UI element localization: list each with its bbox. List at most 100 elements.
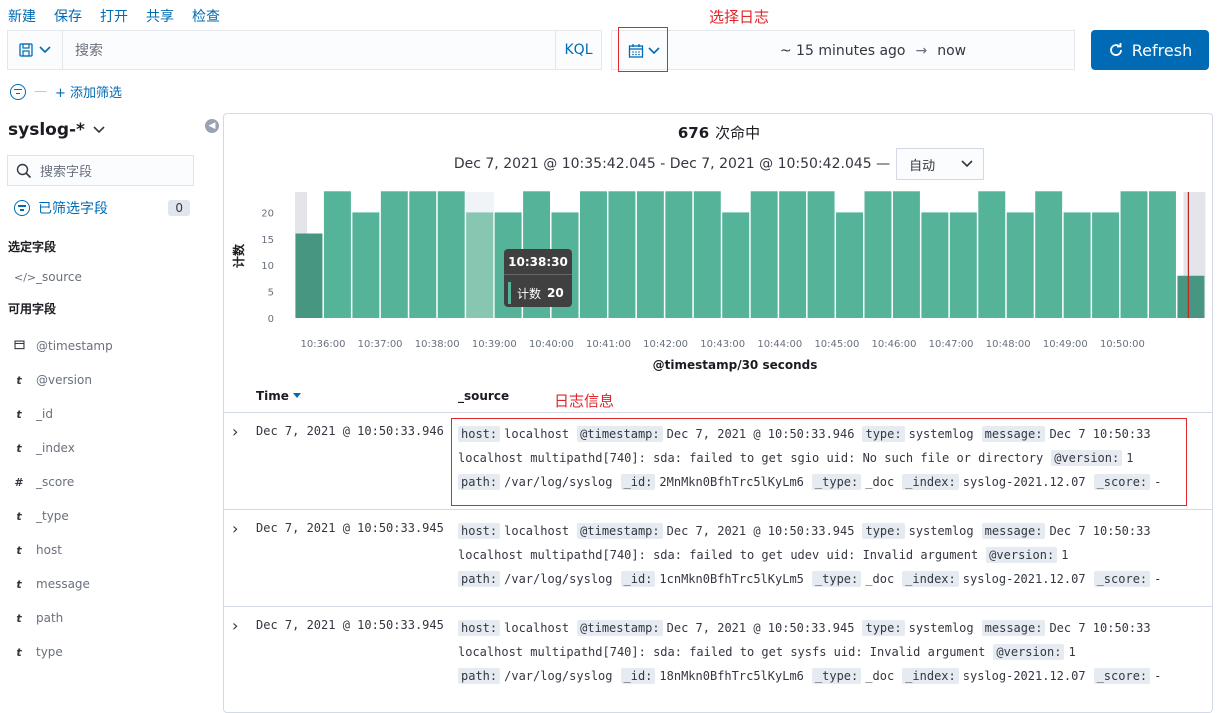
save-icon — [19, 43, 33, 57]
expand-row-icon[interactable]: › — [232, 519, 238, 538]
field-item-path[interactable]: t path — [14, 611, 63, 625]
hits-count: 676 次命中 — [224, 122, 1214, 143]
source-value: syslog-2021.12.07 — [962, 475, 1086, 489]
source-key: @timestamp: — [577, 523, 663, 539]
source-value: localhost — [504, 427, 570, 441]
tooltip-row: 计数 20 — [508, 282, 564, 304]
source-value: - — [1154, 572, 1162, 586]
row-divider — [224, 606, 1212, 607]
collapse-sidebar-icon[interactable]: ◀ — [205, 119, 219, 133]
source-key: @version: — [986, 547, 1058, 563]
field-item-source[interactable]: </> _source — [14, 270, 82, 284]
source-line: host: localhost @timestamp: Dec 7, 2021 @ 1… — [458, 519, 1178, 543]
source-value: syslog-2021.12.07 — [962, 572, 1086, 586]
field-name: _type — [36, 509, 69, 523]
field-item-timestamp[interactable]: @timestamp — [14, 339, 113, 353]
field-item-message[interactable]: t message — [14, 577, 90, 591]
column-header-source[interactable]: _source — [458, 389, 509, 403]
source-value: localhost — [504, 524, 570, 538]
saved-query-button[interactable] — [8, 31, 63, 69]
source-key: path: — [458, 474, 501, 490]
expand-row-icon[interactable]: › — [232, 422, 238, 441]
source-value: _doc — [865, 669, 895, 683]
date-start[interactable]: ~ 15 minutes ago — [780, 43, 906, 59]
source-value: Dec 7, 2021 @ 10:50:33.945 — [666, 524, 855, 538]
source-key: @timestamp: — [577, 620, 663, 636]
source-value: /var/log/syslog — [504, 475, 613, 489]
field-name: _score — [36, 475, 75, 489]
menu-inspect[interactable]: 检查 — [192, 6, 220, 26]
source-key: path: — [458, 668, 501, 684]
source-key: _id: — [620, 571, 656, 587]
field-name: @version — [36, 373, 92, 387]
refresh-icon — [1109, 43, 1122, 56]
index-pattern-label: syslog-* — [8, 120, 85, 140]
source-value: Dec 7, 2021 @ 10:50:33.946 — [666, 427, 855, 441]
annotation-select-log: 选择日志 — [709, 8, 770, 26]
source-key: type: — [862, 426, 905, 442]
source-value: /var/log/syslog — [504, 572, 613, 586]
add-filter-button[interactable]: + 添加筛选 — [55, 82, 122, 101]
menu-share[interactable]: 共享 — [146, 6, 174, 26]
source-key: _type: — [811, 474, 862, 490]
source-key: _score: — [1093, 668, 1151, 684]
refresh-button[interactable]: Refresh — [1091, 30, 1209, 70]
source-key: _type: — [811, 668, 862, 684]
row-time: Dec 7, 2021 @ 10:50:33.945 — [256, 618, 444, 632]
source-key: _id: — [620, 474, 656, 490]
number-type-icon: # — [14, 475, 24, 489]
source-key: _index: — [902, 668, 959, 684]
string-type-icon: t — [16, 611, 22, 625]
source-key: @version: — [993, 644, 1065, 660]
source-value: _doc — [865, 572, 895, 586]
sidebar: syslog-* 搜索字段 已筛选字段 0 选定字段 </> _source 可… — [0, 110, 210, 698]
menu-open[interactable]: 打开 — [100, 6, 128, 26]
source-key: _id: — [620, 668, 656, 684]
sort-down-icon — [292, 393, 301, 398]
top-menu: 新建 保存 打开 共享 检查 — [8, 6, 220, 26]
chevron-down-icon — [93, 126, 105, 134]
field-item-id[interactable]: t _id — [14, 407, 53, 421]
field-item-version[interactable]: t @version — [14, 373, 92, 387]
refresh-label: Refresh — [1131, 40, 1193, 60]
string-type-icon: t — [16, 543, 22, 557]
column-header-time[interactable]: Time — [256, 389, 301, 403]
field-item-type[interactable]: t _type — [14, 509, 69, 523]
menu-new[interactable]: 新建 — [8, 6, 36, 26]
index-pattern-selector[interactable]: syslog-* — [8, 120, 105, 140]
source-value: Dec 7 10:50:33 — [1049, 427, 1151, 441]
filter-row: — + 添加筛选 — [10, 82, 122, 101]
source-value: systemlog — [908, 621, 974, 635]
field-item-host[interactable]: t host — [14, 543, 62, 557]
source-value: Dec 7 10:50:33 — [1049, 621, 1151, 635]
field-name: message — [36, 577, 90, 591]
field-item-type[interactable]: t type — [14, 645, 62, 659]
kql-toggle[interactable]: KQL — [555, 31, 601, 69]
field-item-index[interactable]: t _index — [14, 441, 74, 455]
annotation-log-info: 日志信息 — [554, 392, 615, 410]
source-value: syslog-2021.12.07 — [962, 669, 1086, 683]
source-key: type: — [862, 620, 905, 636]
source-value: systemlog — [908, 427, 974, 441]
menu-save[interactable]: 保存 — [54, 6, 82, 26]
field-name: path — [36, 611, 64, 625]
source-line: path:/var/log/syslog _id: 18nMkn0BfhTrc5lK… — [458, 664, 1178, 688]
field-name: _source — [36, 270, 82, 284]
source-value: - — [1154, 475, 1162, 489]
source-key: _score: — [1093, 474, 1151, 490]
source-line: host: localhost @timestamp: Dec 7, 2021 @ 1… — [458, 422, 1178, 446]
source-key: message: — [981, 523, 1046, 539]
date-end[interactable]: now — [937, 43, 966, 59]
date-range-display[interactable]: ~ 15 minutes ago → now — [672, 31, 1074, 71]
chevron-down-icon — [961, 160, 973, 168]
arrow-right-icon: → — [915, 43, 928, 59]
search-input[interactable]: 搜索 — [63, 31, 555, 69]
filter-icon[interactable] — [10, 83, 26, 100]
column-time-label: Time — [256, 389, 289, 403]
field-item-score[interactable]: # _score — [14, 475, 74, 489]
filtered-fields-toggle[interactable]: 已筛选字段 0 — [14, 198, 190, 218]
expand-row-icon[interactable]: › — [232, 616, 238, 635]
field-search-input[interactable]: 搜索字段 — [7, 155, 194, 186]
interval-select[interactable]: 自动 — [896, 148, 985, 180]
source-key: _index: — [902, 571, 959, 587]
